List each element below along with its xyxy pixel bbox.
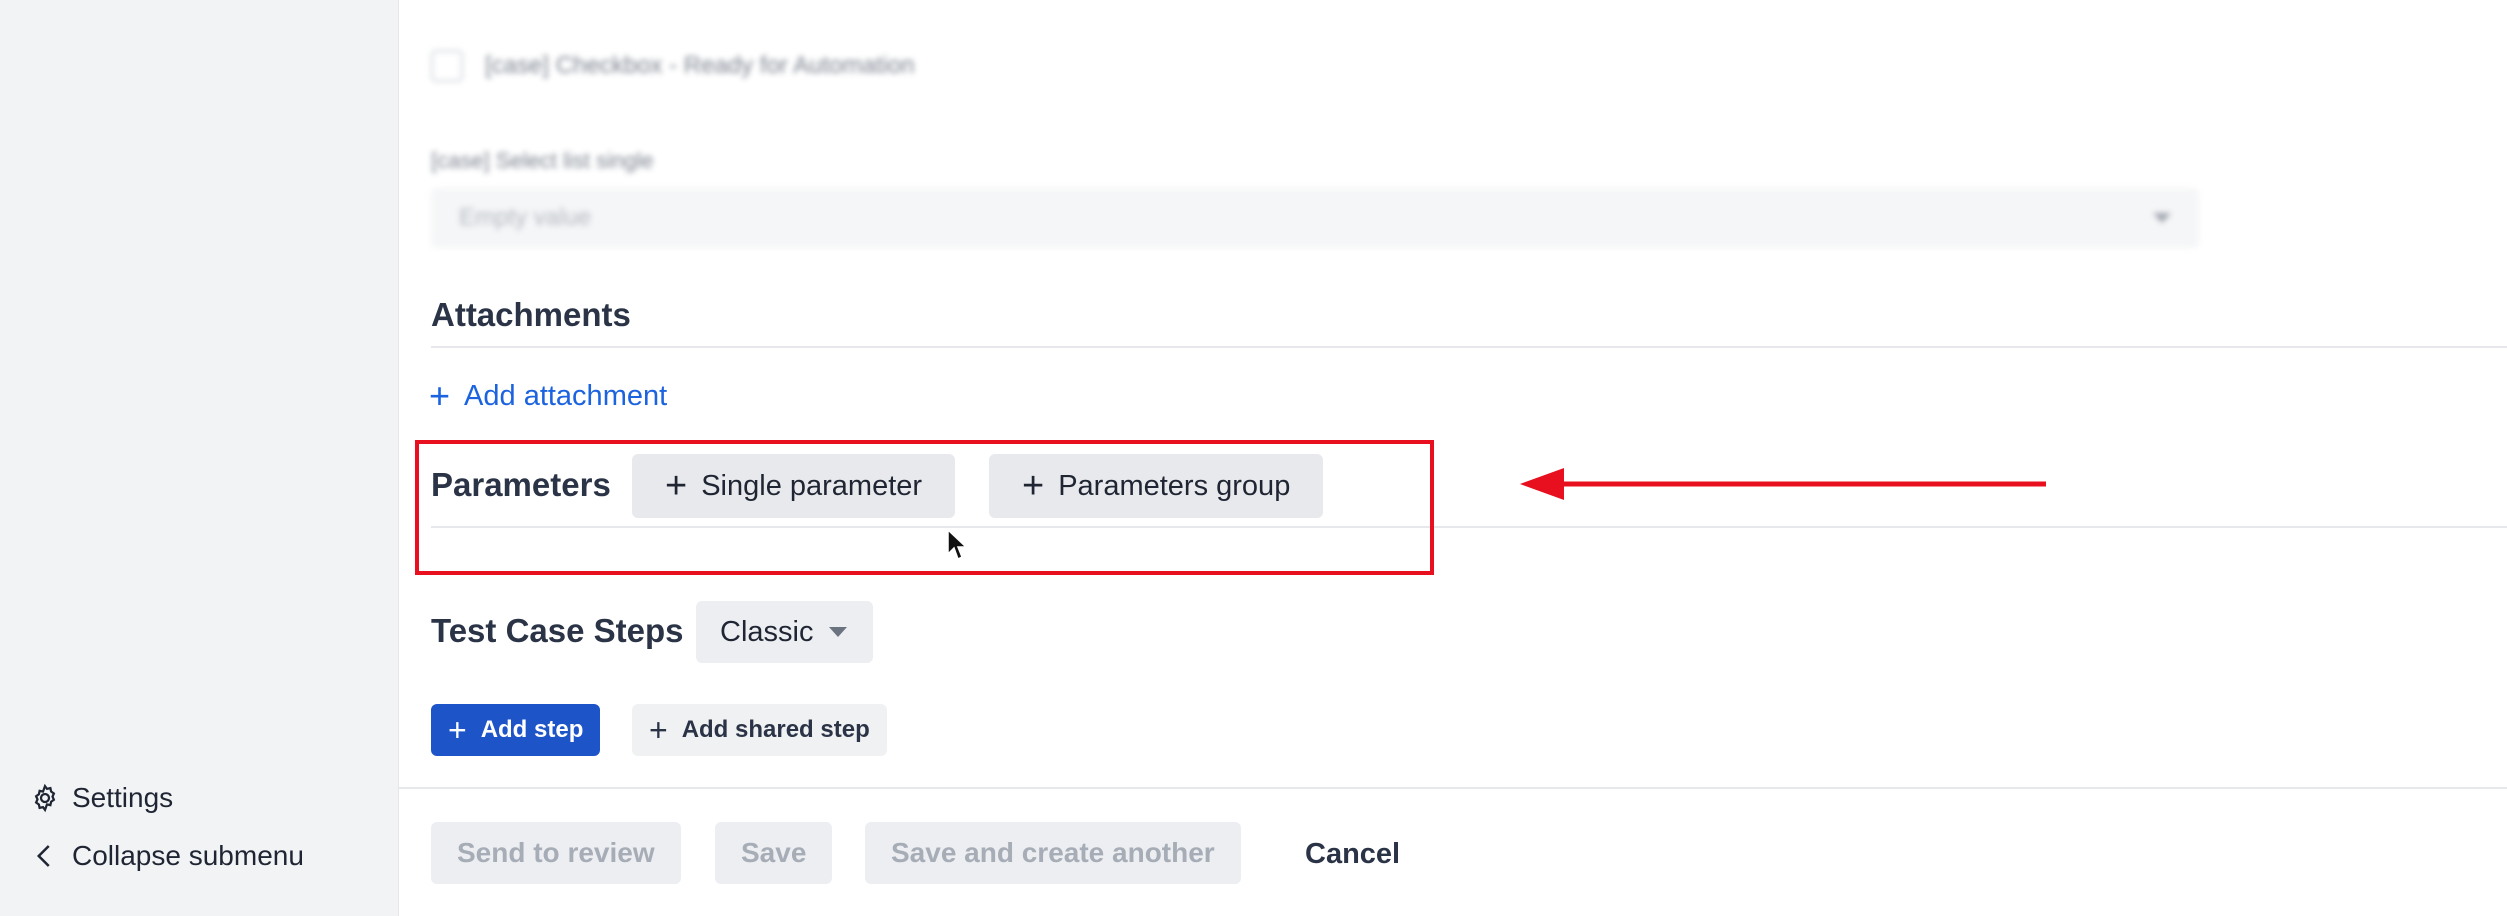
- sidebar-item-settings[interactable]: Settings: [30, 782, 173, 814]
- add-shared-step-label: Add shared step: [681, 716, 870, 743]
- add-attachment-button[interactable]: + Add attachment: [429, 378, 667, 414]
- single-parameter-button[interactable]: + Single parameter: [632, 454, 956, 518]
- gear-icon: [34, 783, 56, 813]
- add-step-label: Add step: [480, 716, 584, 743]
- plus-icon: +: [1022, 465, 1045, 507]
- save-label: Save: [741, 837, 807, 868]
- attachments-title: Attachments: [431, 296, 631, 333]
- send-to-review-label: Send to review: [457, 837, 655, 868]
- save-and-create-another-label: Save and create another: [891, 837, 1215, 868]
- annotation-arrow-icon: [1520, 468, 2046, 500]
- select-list-label: [case] Select list single: [431, 148, 654, 173]
- plus-icon: +: [448, 712, 467, 748]
- select-list-dropdown[interactable]: Empty value: [431, 188, 2199, 248]
- checkbox-label: [case] Checkbox - Ready for Automation: [485, 52, 915, 79]
- save-button[interactable]: Save: [715, 822, 833, 884]
- main-content: [case] Checkbox - Ready for Automation […: [399, 0, 2507, 916]
- ready-for-automation-checkbox-row[interactable]: [case] Checkbox - Ready for Automation: [431, 50, 915, 82]
- parameters-title: Parameters: [431, 466, 611, 503]
- parameters-group-label: Parameters group: [1058, 469, 1291, 502]
- add-shared-step-button[interactable]: + Add shared step: [632, 704, 887, 756]
- parameters-divider: [431, 526, 2507, 528]
- save-and-create-another-button[interactable]: Save and create another: [865, 822, 1241, 884]
- chevron-left-icon: [36, 845, 50, 867]
- steps-mode-value: Classic: [720, 615, 814, 648]
- add-step-button[interactable]: + Add step: [431, 704, 601, 756]
- steps-mode-dropdown[interactable]: Classic: [696, 601, 873, 663]
- single-parameter-label: Single parameter: [701, 469, 923, 502]
- cancel-button[interactable]: Cancel: [1305, 838, 1400, 871]
- sidebar: Settings Collapse submenu: [0, 0, 399, 916]
- plus-icon: +: [429, 375, 451, 416]
- chevron-down-icon: [2153, 213, 2171, 223]
- mouse-cursor-icon: [947, 528, 968, 561]
- footer-divider: [399, 787, 2507, 789]
- add-attachment-label: Add attachment: [464, 379, 668, 412]
- attachments-divider: [431, 346, 2507, 348]
- select-list-value: Empty value: [459, 204, 592, 231]
- ready-for-automation-checkbox[interactable]: [431, 50, 463, 82]
- plus-icon: +: [649, 712, 668, 748]
- sidebar-item-label: Settings: [72, 782, 174, 813]
- sidebar-item-label: Collapse submenu: [72, 840, 304, 871]
- parameters-group-button[interactable]: + Parameters group: [989, 454, 1324, 518]
- plus-icon: +: [665, 465, 688, 507]
- test-case-steps-title: Test Case Steps: [431, 612, 684, 649]
- send-to-review-button[interactable]: Send to review: [431, 822, 681, 884]
- sidebar-item-collapse[interactable]: Collapse submenu: [30, 840, 304, 872]
- caret-down-icon: [829, 627, 848, 637]
